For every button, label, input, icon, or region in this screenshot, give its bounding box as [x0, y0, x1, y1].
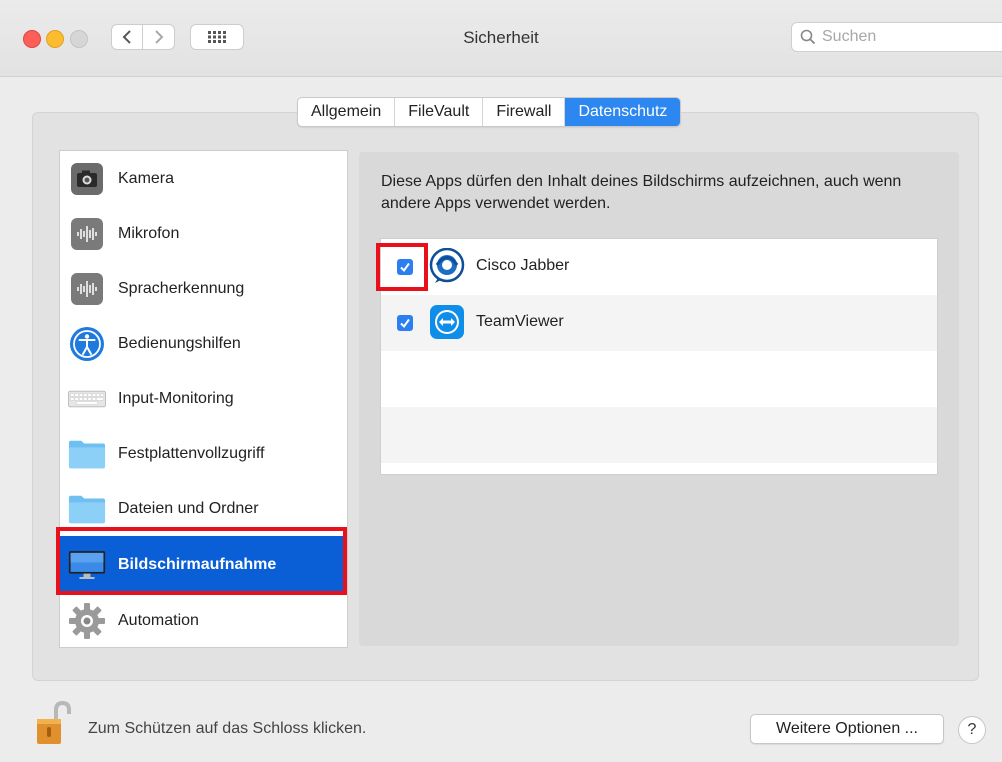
help-button[interactable]: ? — [958, 716, 986, 744]
category-label: Automation — [118, 611, 199, 629]
gear-icon — [68, 602, 106, 640]
app-row-empty — [381, 351, 937, 407]
teamviewer-icon — [429, 304, 465, 340]
lock-open-icon — [37, 700, 71, 744]
app-row-empty — [381, 407, 937, 463]
tab-bar: Allgemein FileVault Firewall Datenschutz — [297, 97, 682, 127]
folder-icon — [68, 490, 106, 528]
search-placeholder: Suchen — [822, 28, 877, 45]
tab-filevault[interactable]: FileVault — [395, 98, 484, 126]
checkmark-icon — [400, 262, 410, 273]
category-label: Input-Monitoring — [118, 389, 234, 407]
speech-recognition-icon — [68, 270, 106, 308]
privacy-category-list[interactable]: Kamera Mikrofon Spracherkennung Bedienun… — [59, 150, 348, 648]
tab-firewall[interactable]: Firewall — [483, 98, 566, 126]
app-row-cisco-jabber: Cisco Jabber — [381, 239, 937, 295]
tab-datenschutz[interactable]: Datenschutz — [565, 98, 681, 126]
category-item-bedienungshilfen[interactable]: Bedienungshilfen — [60, 316, 347, 371]
category-item-bildschirmaufnahme[interactable]: Bildschirmaufnahme — [60, 536, 347, 593]
lock-hint-text: Zum Schützen auf das Schloss klicken. — [88, 720, 367, 737]
category-label: Kamera — [118, 169, 175, 187]
category-item-mikrofon[interactable]: Mikrofon — [60, 206, 347, 261]
tab-allgemein[interactable]: Allgemein — [298, 98, 396, 126]
accessibility-icon — [68, 325, 106, 363]
app-checkbox-cisco-jabber[interactable] — [397, 259, 413, 275]
category-label: Bedienungshilfen — [118, 334, 241, 352]
folder-icon — [68, 435, 106, 473]
app-row-teamviewer: TeamViewer — [381, 295, 937, 351]
category-item-dateien-und-ordner[interactable]: Dateien und Ordner — [60, 481, 347, 536]
category-label: Bildschirmaufnahme — [118, 555, 277, 573]
search-icon — [800, 29, 816, 45]
lock-button[interactable] — [34, 700, 74, 746]
app-checkbox-teamviewer[interactable] — [397, 315, 413, 331]
keyboard-icon — [68, 380, 106, 418]
checkmark-icon — [400, 318, 410, 329]
category-label: Dateien und Ordner — [118, 499, 259, 517]
category-label: Mikrofon — [118, 224, 180, 242]
detail-description: Diese Apps dürfen den Inhalt deines Bild… — [381, 173, 902, 212]
category-item-festplattenvollzugriff[interactable]: Festplattenvollzugriff — [60, 426, 347, 481]
title-bar: Sicherheit Suchen — [0, 0, 1002, 77]
category-label: Festplattenvollzugriff — [118, 444, 265, 462]
search-input[interactable]: Suchen — [791, 22, 1002, 52]
cisco-jabber-icon — [429, 247, 465, 284]
more-options-button[interactable]: Weitere Optionen ... — [750, 714, 944, 744]
app-name: Cisco Jabber — [476, 257, 570, 274]
display-icon — [68, 546, 106, 584]
microphone-icon — [68, 215, 106, 253]
app-list: Cisco Jabber TeamViewer — [380, 238, 938, 475]
app-name: TeamViewer — [476, 313, 564, 330]
category-label: Spracherkennung — [118, 279, 245, 297]
category-item-automation[interactable]: Automation — [60, 593, 347, 648]
category-item-input-monitoring[interactable]: Input-Monitoring — [60, 371, 347, 426]
category-item-spracherkennung[interactable]: Spracherkennung — [60, 261, 347, 316]
category-item-kamera[interactable]: Kamera — [60, 151, 347, 206]
camera-icon — [68, 160, 106, 198]
